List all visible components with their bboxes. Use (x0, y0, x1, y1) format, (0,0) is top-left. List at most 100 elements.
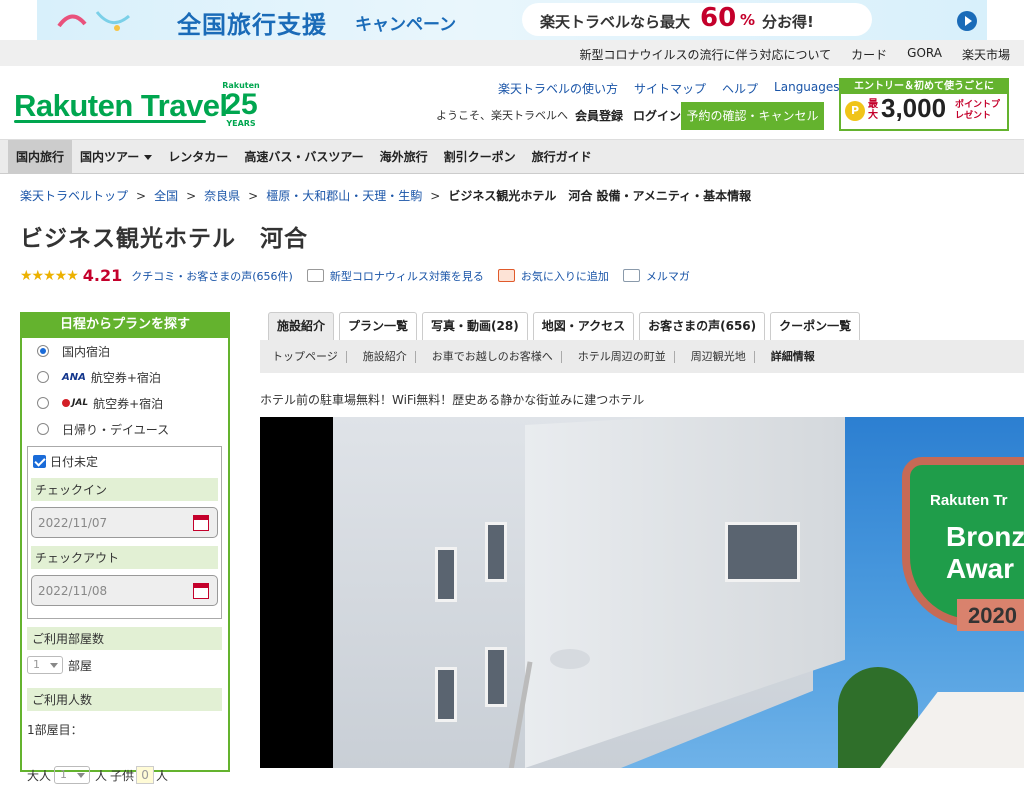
rooms-label: ご利用部屋数 (27, 627, 222, 650)
site-logo[interactable]: Rakuten Travel (14, 88, 228, 124)
campaign-banner[interactable]: 全国旅行支援 キャンペーン 楽天トラベルなら最大 60 % 分お得! (37, 0, 987, 40)
header-link-howto[interactable]: 楽天トラベルの使い方 (498, 80, 618, 97)
subnav-facility[interactable]: 施設紹介 (355, 350, 416, 363)
site-header: Rakuten Travel Rakuten 25 YEARS 楽天トラベルの使… (0, 66, 1024, 140)
promo-top-text: エントリー＆初めて使うごとに (841, 80, 1007, 94)
banner-title: 全国旅行支援 (177, 11, 327, 39)
subnav-town[interactable]: ホテル周辺の町並 (570, 350, 675, 363)
banner-percent: 60 (700, 3, 737, 33)
breadcrumb-area[interactable]: 橿原・大和郡山・天理・生駒 (266, 189, 422, 203)
reviews-link[interactable]: クチコミ・お客さまの声(656件) (131, 268, 293, 284)
tab-coupons[interactable]: クーポン一覧 (770, 312, 861, 340)
mailmag-link[interactable]: メルマガ (646, 268, 690, 284)
breadcrumb-current: ビジネス観光ホテル 河合 設備・アメニティ・基本情報 (448, 189, 752, 203)
anniversary-badge: Rakuten 25 YEARS (221, 82, 261, 128)
util-link-card[interactable]: カード (851, 46, 887, 63)
radio[interactable] (37, 397, 49, 409)
breadcrumb-top[interactable]: 楽天トラベルトップ (20, 189, 128, 203)
option-jal[interactable]: JAL 航空券+宿泊 (22, 390, 228, 416)
breadcrumb: 楽天トラベルトップ > 全国 > 奈良県 > 橿原・大和郡山・天理・生駒 > ビジネス観光ホテル… (20, 187, 751, 204)
option-dayuse[interactable]: 日帰り・デイユース (22, 416, 228, 442)
util-link-gora[interactable]: GORA (907, 46, 942, 63)
checkin-label: チェックイン (31, 478, 218, 501)
subnav-car[interactable]: お車でお越しのお客様へ (424, 350, 562, 363)
breadcrumb-sep: > (430, 189, 441, 203)
nav-coupon[interactable]: 割引クーポン (436, 140, 524, 173)
photo-window (485, 647, 507, 707)
people-label: ご利用人数 (27, 688, 222, 711)
checkout-label: チェックアウト (31, 546, 218, 569)
option-label: 航空券+宿泊 (93, 396, 164, 411)
adult-select[interactable]: 1 (54, 766, 91, 784)
utility-bar: 新型コロナウイルスの流行に伴う対応について カード GORA 楽天市場 (0, 40, 1024, 66)
breadcrumb-nara[interactable]: 奈良県 (204, 189, 240, 203)
tab-map[interactable]: 地図・アクセス (532, 312, 635, 340)
rooms-select[interactable]: 1 (27, 656, 63, 674)
header-link-sitemap[interactable]: サイトマップ (634, 80, 706, 97)
nav-domestic-tour[interactable]: 国内ツアー (72, 140, 160, 173)
tab-reviews[interactable]: お客さまの声(656) (639, 312, 766, 340)
header-link-help[interactable]: ヘルプ (722, 80, 758, 97)
option-label: 日帰り・デイユース (62, 422, 170, 437)
main-nav: 国内旅行 国内ツアー レンタカー 高速バス・バスツアー 海外旅行 割引クーポン … (0, 140, 1024, 174)
radio[interactable] (37, 423, 49, 435)
room1-label: 1部屋目： (27, 723, 83, 737)
banner-pill-suffix: 分お得! (762, 13, 814, 31)
nav-domestic[interactable]: 国内旅行 (8, 140, 73, 173)
child-count-button[interactable]: 0 (136, 766, 155, 784)
tab-plans[interactable]: プラン一覧 (339, 312, 418, 340)
header-links: 楽天トラベルの使い方 サイトマップ ヘルプ Languages (498, 80, 853, 97)
nav-overseas[interactable]: 海外旅行 (372, 140, 436, 173)
tab-photos[interactable]: 写真・動画(28) (422, 312, 528, 340)
sub-nav: トップページ 施設紹介 お車でお越しのお客様へ ホテル周辺の町並 周辺観光地 詳… (260, 340, 1024, 373)
adult-label: 大人 (27, 768, 52, 783)
checkin-input[interactable]: 2022/11/07 (31, 507, 218, 538)
checkout-input[interactable]: 2022/11/08 (31, 575, 218, 606)
banner-pill: 楽天トラベルなら最大 60 % 分お得! (522, 3, 872, 36)
photo-window (435, 547, 457, 602)
covid-link[interactable]: 新型コロナウィルス対策を見る (330, 268, 484, 284)
breadcrumb-all[interactable]: 全国 (154, 189, 178, 203)
option-label: 航空券+宿泊 (90, 370, 161, 385)
favorite-link[interactable]: お気に入りに追加 (521, 268, 609, 284)
calendar-icon[interactable] (193, 515, 209, 531)
breadcrumb-sep: > (186, 189, 197, 203)
option-domestic[interactable]: 国内宿泊 (22, 338, 228, 364)
subnav-top[interactable]: トップページ (264, 350, 347, 363)
confetti-decoration (57, 11, 130, 31)
rooms-row: 1 部屋 (22, 650, 228, 680)
login-link[interactable]: ログイン (633, 107, 681, 124)
subnav-details[interactable]: 詳細情報 (763, 350, 823, 363)
welcome-text: ようこそ、楽天トラベルへ (436, 109, 568, 122)
point-promo-banner[interactable]: エントリー＆初めて使うごとに P 最大 3,000 ポイントプレゼント (839, 78, 1009, 131)
util-link-ichiba[interactable]: 楽天市場 (962, 46, 1010, 63)
subnav-sightseeing[interactable]: 周辺観光地 (683, 350, 755, 363)
award-badge: Rakuten Tr Bronz Awar 2020 (882, 437, 1024, 637)
calendar-icon[interactable] (193, 583, 209, 599)
util-link-covid[interactable]: 新型コロナウイルスの流行に伴う対応について (580, 46, 832, 63)
logo-underline (14, 120, 206, 123)
nav-rentacar[interactable]: レンタカー (160, 140, 236, 173)
reservation-check-button[interactable]: 予約の確認・キャンセル (681, 102, 824, 130)
plan-search-panel: 日程からプランを探す 国内宿泊 ANA 航空券+宿泊 JAL 航空券+宿泊 日帰り・… (20, 312, 230, 784)
promo-point-text: ポイントプレゼント (955, 100, 1001, 121)
rating-stars: ★★★★★ (20, 267, 79, 284)
award-line1: Rakuten Tr (930, 492, 1008, 509)
hotel-main-photo: Rakuten Tr Bronz Awar 2020 (260, 417, 1024, 768)
child-unit: 人 (156, 768, 169, 783)
option-ana[interactable]: ANA 航空券+宿泊 (22, 364, 228, 390)
play-arrow-icon[interactable] (957, 11, 977, 31)
photo-lamp (550, 649, 590, 669)
breadcrumb-sep: > (136, 189, 147, 203)
date-undecided-checkbox[interactable]: 日付未定 (31, 453, 218, 470)
people-row: 大人 1 人 子供 0 人 (22, 744, 228, 790)
member-register-link[interactable]: 会員登録 (575, 107, 623, 124)
radio[interactable] (37, 371, 49, 383)
checkbox-checked[interactable] (33, 455, 46, 468)
nav-bus[interactable]: 高速バス・バスツアー (236, 140, 371, 173)
tab-facility[interactable]: 施設紹介 (268, 312, 335, 340)
award-year: 2020 (968, 603, 1017, 628)
rating-row: ★★★★★ 4.21 クチコミ・お客さまの声(656件) 新型コロナウィルス対策… (20, 266, 690, 285)
radio-selected[interactable] (37, 345, 49, 357)
nav-guide[interactable]: 旅行ガイド (524, 140, 600, 173)
